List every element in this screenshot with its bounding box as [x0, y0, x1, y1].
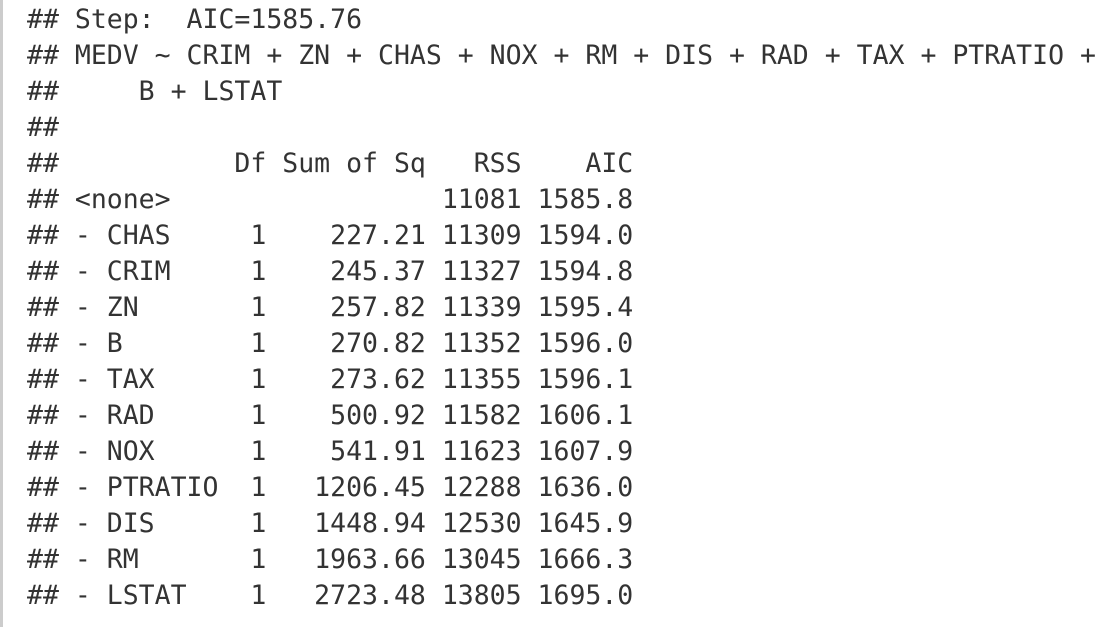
table-row-chas: ## - CHAS 1 227.21 11309 1594.0	[27, 220, 634, 251]
table-row-lstat: ## - LSTAT 1 2723.48 13805 1695.0	[27, 580, 634, 611]
table-row-tax: ## - TAX 1 273.62 11355 1596.1	[27, 364, 634, 395]
table-row-none: ## <none> 11081 1585.8	[27, 184, 634, 215]
r-console-output-block: ## Step: AIC=1585.76 ## MEDV ~ CRIM + ZN …	[0, 0, 1097, 627]
step-aic-line: ## Step: AIC=1585.76	[27, 4, 363, 35]
table-row-dis: ## - DIS 1 1448.94 12530 1645.9	[27, 508, 634, 539]
model-formula-line-1: ## MEDV ~ CRIM + ZN + CHAS + NOX + RM + …	[27, 40, 1096, 71]
table-row-rad: ## - RAD 1 500.92 11582 1606.1	[27, 400, 634, 431]
table-row-zn: ## - ZN 1 257.82 11339 1595.4	[27, 292, 634, 323]
stepwise-aic-output: ## Step: AIC=1585.76 ## MEDV ~ CRIM + ZN …	[27, 2, 1096, 614]
table-header-row: ## Df Sum of Sq RSS AIC	[27, 148, 634, 179]
table-row-rm: ## - RM 1 1963.66 13045 1666.3	[27, 544, 634, 575]
table-row-nox: ## - NOX 1 541.91 11623 1607.9	[27, 436, 634, 467]
table-row-b: ## - B 1 270.82 11352 1596.0	[27, 328, 634, 359]
table-row-ptratio: ## - PTRATIO 1 1206.45 12288 1636.0	[27, 472, 634, 503]
table-row-crim: ## - CRIM 1 245.37 11327 1594.8	[27, 256, 634, 287]
model-formula-line-2: ## B + LSTAT	[27, 76, 283, 107]
blank-comment-line: ##	[27, 112, 59, 143]
